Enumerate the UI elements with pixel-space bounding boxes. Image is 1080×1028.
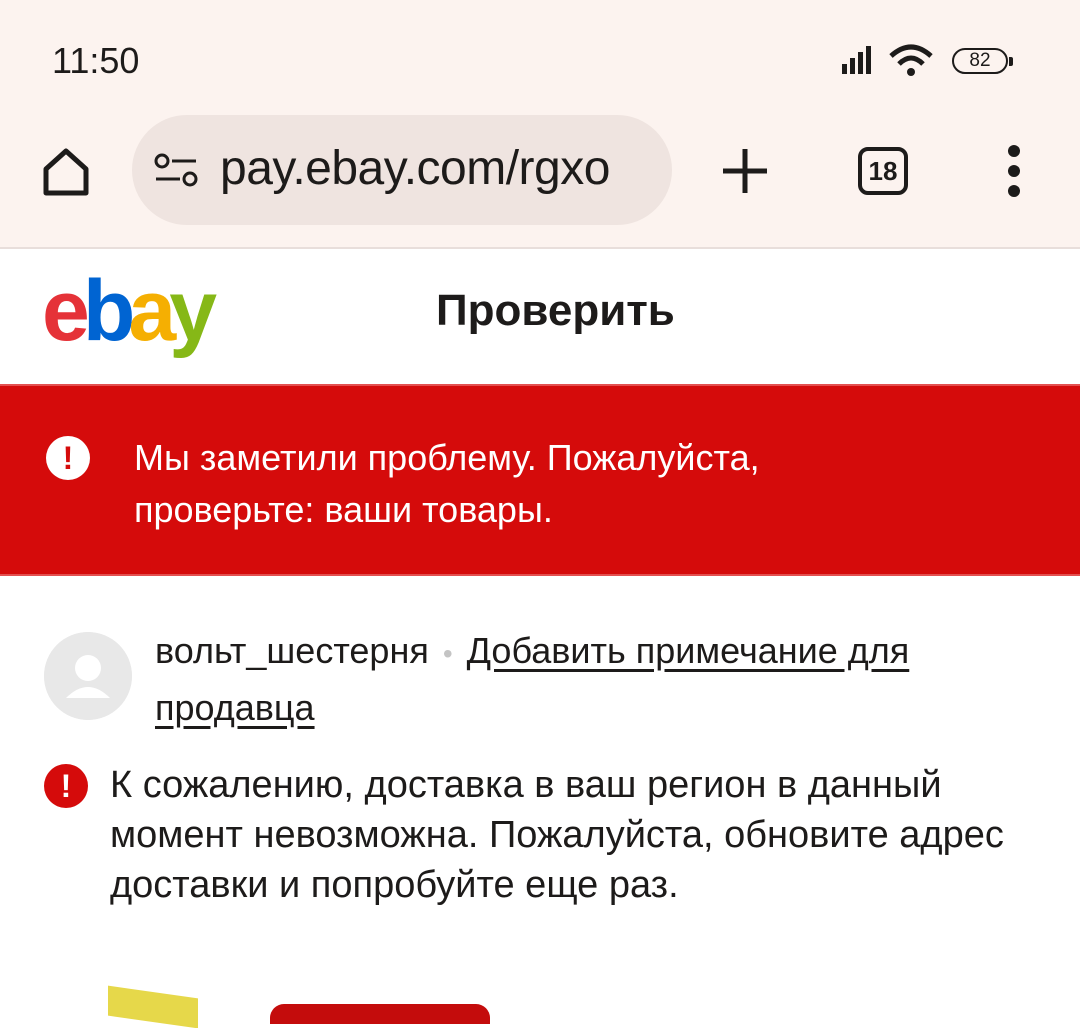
home-icon[interactable]: [38, 143, 94, 199]
status-bar: 11:50 82: [0, 0, 1080, 115]
alert-icon: !: [44, 764, 88, 808]
clock: 11:50: [52, 40, 140, 81]
logo-letter-a: a: [128, 263, 176, 359]
url-bar[interactable]: pay.ebay.com/rgxo: [132, 115, 672, 225]
url-text[interactable]: pay.ebay.com/rgxo: [220, 141, 610, 196]
wifi-icon: [889, 44, 933, 76]
logo-letter-y: y: [169, 263, 217, 359]
banner-message: Мы заметили проблему. Пожалуйста, провер…: [134, 432, 1034, 536]
tab-count: 18: [868, 156, 898, 186]
battery-level: 82: [969, 50, 991, 71]
shipping-error-message: К сожалению, доставка в ваш регион в дан…: [110, 764, 1004, 906]
ebay-logo[interactable]: ebay: [42, 263, 217, 359]
seller-name: вольт_шестерня: [155, 630, 429, 671]
banner-message-line1: Мы заметили проблему. Пожалуйста,: [134, 437, 760, 478]
signal-icon: [842, 46, 871, 74]
plus-icon[interactable]: [720, 143, 770, 199]
alert-icon: !: [46, 436, 90, 480]
banner-message-line2: проверьте: ваши товары.: [134, 489, 553, 530]
battery-icon: 82: [952, 48, 1013, 74]
more-vert-icon[interactable]: [1000, 143, 1028, 199]
logo-letter-e: e: [42, 263, 90, 359]
error-banner: ! Мы заметили проблему. Пожалуйста, пров…: [0, 384, 1080, 576]
page-title: Проверить: [436, 286, 675, 335]
logo-letter-b: b: [82, 263, 135, 359]
item-thumbnail[interactable]: [108, 985, 198, 1028]
tabs-icon[interactable]: 18: [858, 147, 908, 195]
separator-dot: •: [442, 638, 453, 669]
item-badge: [270, 1004, 490, 1024]
browser-toolbar: pay.ebay.com/rgxo 18: [0, 115, 1080, 249]
site-settings-icon[interactable]: [152, 153, 202, 187]
seller-row: вольт_шестерня • Добавить примечание для п…: [155, 624, 1035, 735]
avatar: [44, 632, 132, 720]
